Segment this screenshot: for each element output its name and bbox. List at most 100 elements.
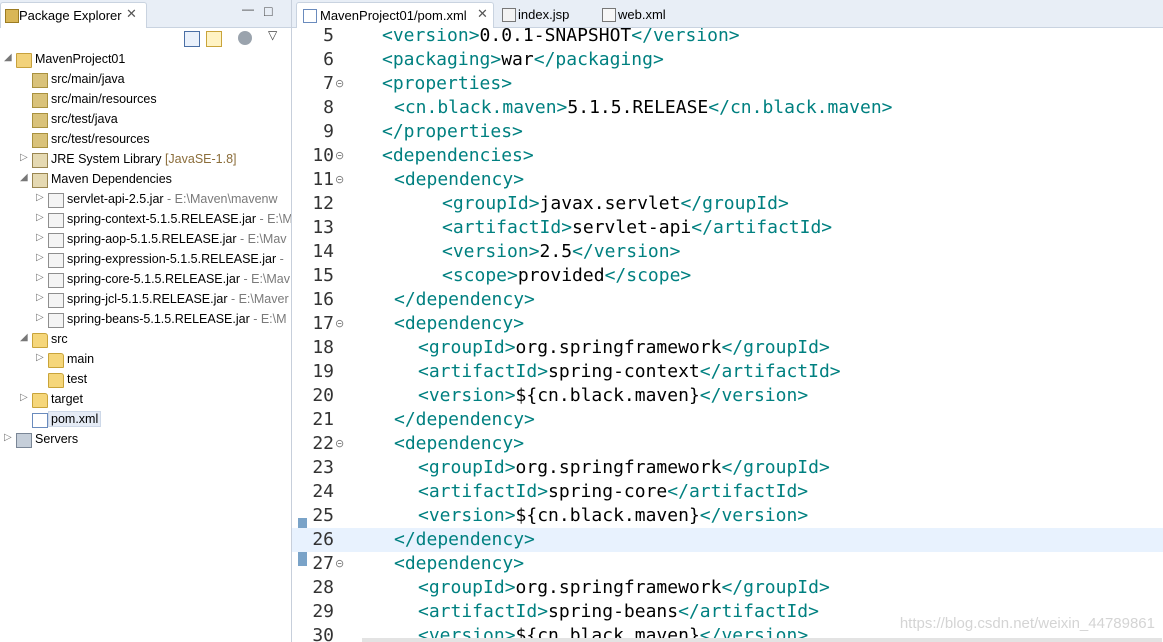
code-line[interactable]: 17 ⊝ <dependency> xyxy=(292,312,1163,336)
fold-toggle-icon[interactable]: ⊝ xyxy=(335,144,344,168)
tab-index-jsp[interactable]: index.jsp xyxy=(496,2,586,27)
line-number: 28 xyxy=(312,577,334,598)
tree-item[interactable]: ▷ spring-core-5.1.5.RELEASE.jar - E:\Mav xyxy=(0,270,291,290)
code-line[interactable]: 20 <version>${cn.black.maven}</version> xyxy=(292,384,1163,408)
code-line[interactable]: 15 <scope>provided</scope> xyxy=(292,264,1163,288)
horizontal-scrollbar[interactable] xyxy=(362,638,1162,642)
tree-item[interactable]: ▷ main xyxy=(0,350,291,370)
fold-toggle-icon[interactable]: ⊝ xyxy=(335,552,344,576)
editor-tab-bar: MavenProject01/pom.xml ✕ index.jsp web.x… xyxy=(292,0,1163,28)
tree-item[interactable]: src/test/java xyxy=(0,110,291,130)
collapsed-arrow-icon[interactable]: ▷ xyxy=(36,192,44,203)
code-line[interactable]: 27 ⊝ <dependency> xyxy=(292,552,1163,576)
code-line[interactable]: 7 ⊝ <properties> xyxy=(292,72,1163,96)
tree-item[interactable]: ▷ spring-beans-5.1.5.RELEASE.jar - E:\M xyxy=(0,310,291,330)
tree-item[interactable]: src/test/resources xyxy=(0,130,291,150)
collapsed-arrow-icon[interactable]: ▷ xyxy=(20,152,28,163)
tree-item[interactable]: ▷ target xyxy=(0,390,291,410)
jar-icon xyxy=(48,233,64,248)
code-line[interactable]: 28 <groupId>org.springframework</groupId> xyxy=(292,576,1163,600)
tree-item[interactable]: src/main/java xyxy=(0,70,291,90)
tree-item[interactable]: ▷ spring-context-5.1.5.RELEASE.jar - E:\M xyxy=(0,210,291,230)
jar-icon xyxy=(48,313,64,328)
package-explorer-tab[interactable]: Package Explorer ✕ xyxy=(0,2,147,28)
tree-item-label: main xyxy=(67,352,94,366)
xml-file-icon xyxy=(303,9,317,23)
tree-item[interactable]: pom.xml xyxy=(0,410,291,430)
folder-icon xyxy=(48,353,64,368)
collapsed-arrow-icon[interactable]: ▷ xyxy=(36,312,44,323)
collapsed-arrow-icon[interactable]: ▷ xyxy=(36,352,44,363)
code-line[interactable]: 6 <packaging>war</packaging> xyxy=(292,48,1163,72)
collapsed-arrow-icon[interactable]: ▷ xyxy=(4,432,12,443)
maximize-icon[interactable]: □ xyxy=(264,3,272,19)
tree-item[interactable]: ▷ spring-aop-5.1.5.RELEASE.jar - E:\Mav xyxy=(0,230,291,250)
line-number: 8 xyxy=(323,97,334,118)
tree-item[interactable]: ▷ spring-expression-5.1.5.RELEASE.jar - xyxy=(0,250,291,270)
minimize-icon[interactable]: — xyxy=(242,2,254,16)
expanded-arrow-icon[interactable]: ◢ xyxy=(20,172,28,183)
tree-item[interactable]: ▷ servlet-api-2.5.jar - E:\Maven\mavenw xyxy=(0,190,291,210)
xml-tag: </groupId> xyxy=(721,337,830,358)
tree-item[interactable]: src/main/resources xyxy=(0,90,291,110)
jar-path-decoration: - E:\Maver xyxy=(227,292,289,306)
code-line[interactable]: 22 ⊝ <dependency> xyxy=(292,432,1163,456)
xml-tag: <groupId> xyxy=(442,193,540,214)
explorer-tab-bar: Package Explorer ✕ — □ xyxy=(0,0,291,28)
tree-item[interactable]: ◢ MavenProject01 xyxy=(0,50,291,70)
tree-item[interactable]: ◢ Maven Dependencies xyxy=(0,170,291,190)
tab-web-xml[interactable]: web.xml xyxy=(596,2,686,27)
tree-item[interactable]: test xyxy=(0,370,291,390)
collapsed-arrow-icon[interactable]: ▷ xyxy=(36,272,44,283)
tree-item-name: spring-expression-5.1.5.RELEASE.jar xyxy=(67,252,277,266)
tree-item-name: src/main/java xyxy=(51,72,125,86)
focus-on-working-set-icon[interactable] xyxy=(238,31,252,45)
collapse-all-icon[interactable] xyxy=(184,31,200,47)
code-text: </dependency> xyxy=(394,528,535,552)
collapsed-arrow-icon[interactable]: ▷ xyxy=(36,232,44,243)
code-line[interactable]: 25 <version>${cn.black.maven}</version> xyxy=(292,504,1163,528)
code-line[interactable]: 18 <groupId>org.springframework</groupId> xyxy=(292,336,1163,360)
collapsed-arrow-icon[interactable]: ▷ xyxy=(36,252,44,263)
fold-toggle-icon[interactable]: ⊝ xyxy=(335,312,344,336)
fold-toggle-icon[interactable]: ⊝ xyxy=(335,168,344,192)
tab-pom-xml[interactable]: MavenProject01/pom.xml ✕ xyxy=(296,2,494,28)
code-line[interactable]: 11 ⊝ <dependency> xyxy=(292,168,1163,192)
expanded-arrow-icon[interactable]: ◢ xyxy=(20,332,28,343)
code-line[interactable]: 21 </dependency> xyxy=(292,408,1163,432)
tree-item[interactable]: ◢ src xyxy=(0,330,291,350)
code-line[interactable]: 16 </dependency> xyxy=(292,288,1163,312)
tree-item[interactable]: ▷ spring-jcl-5.1.5.RELEASE.jar - E:\Maver xyxy=(0,290,291,310)
close-icon[interactable]: ✕ xyxy=(126,6,137,22)
xml-text: javax.servlet xyxy=(539,193,681,214)
xml-text: war xyxy=(501,49,534,70)
code-line[interactable]: 13 <artifactId>servlet-api</artifactId> xyxy=(292,216,1163,240)
fold-toggle-icon[interactable]: ⊝ xyxy=(335,432,344,456)
view-menu-icon[interactable]: ▽ xyxy=(268,28,277,42)
collapsed-arrow-icon[interactable]: ▷ xyxy=(20,392,28,403)
code-line[interactable]: 5 <version>0.0.1-SNAPSHOT</version> xyxy=(292,28,1163,48)
tree-item[interactable]: ▷ JRE System Library [JavaSE-1.8] xyxy=(0,150,291,170)
code-line[interactable]: 24 <artifactId>spring-core</artifactId> xyxy=(292,480,1163,504)
code-line[interactable]: 8 <cn.black.maven>5.1.5.RELEASE</cn.black… xyxy=(292,96,1163,120)
jar-icon xyxy=(48,253,64,268)
collapsed-arrow-icon[interactable]: ▷ xyxy=(36,212,44,223)
code-line[interactable]: 14 <version>2.5</version> xyxy=(292,240,1163,264)
code-line[interactable]: 23 <groupId>org.springframework</groupId> xyxy=(292,456,1163,480)
code-line[interactable]: 26 </dependency> xyxy=(292,528,1163,552)
fold-toggle-icon[interactable]: ⊝ xyxy=(335,72,344,96)
collapsed-arrow-icon[interactable]: ▷ xyxy=(36,292,44,303)
code-line[interactable]: 19 <artifactId>spring-context</artifactId… xyxy=(292,360,1163,384)
code-line[interactable]: 10 ⊝ <dependencies> xyxy=(292,144,1163,168)
code-area[interactable]: 5 <version>0.0.1-SNAPSHOT</version> 6 <pack… xyxy=(292,28,1163,642)
expanded-arrow-icon[interactable]: ◢ xyxy=(4,52,12,63)
close-icon[interactable]: ✕ xyxy=(477,6,488,22)
xml-text: 0.0.1-SNAPSHOT xyxy=(479,28,632,46)
line-number: 20 xyxy=(312,385,334,406)
tab-label: web.xml xyxy=(618,7,666,22)
tree-item[interactable]: ▷ Servers xyxy=(0,430,291,450)
code-line[interactable]: 9 </properties> xyxy=(292,120,1163,144)
link-with-editor-icon[interactable] xyxy=(206,31,222,47)
xml-text: 5.1.5.RELEASE xyxy=(567,97,709,118)
code-line[interactable]: 12 <groupId>javax.servlet</groupId> xyxy=(292,192,1163,216)
